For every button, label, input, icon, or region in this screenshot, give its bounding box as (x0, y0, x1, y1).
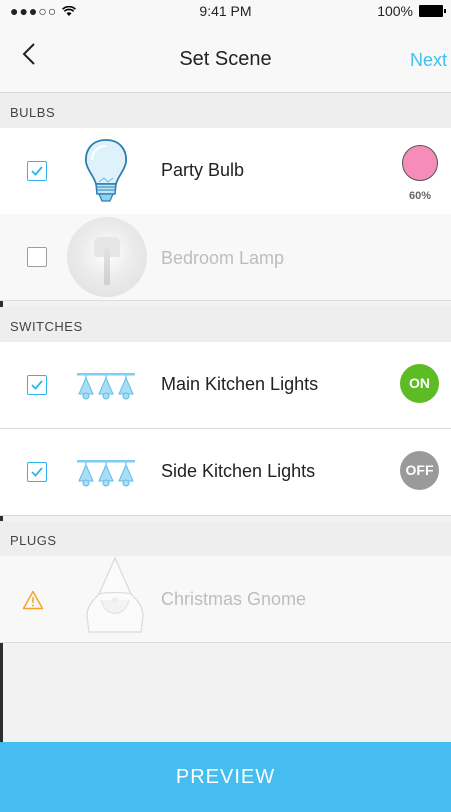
next-button[interactable]: Next (410, 50, 447, 71)
section-header-bulbs: BULBS (0, 93, 451, 129)
pendant-lights-icon (77, 373, 135, 400)
device-row-christmas-gnome[interactable]: Christmas Gnome (0, 556, 451, 643)
brightness-value: 60% (408, 190, 432, 202)
device-label: Bedroom Lamp (161, 248, 285, 268)
navigation-bar: Set Scene Next (0, 22, 451, 93)
pendant-lights-icon (77, 460, 135, 487)
checkmark-icon (31, 467, 43, 477)
power-toggle-off[interactable]: OFF (400, 451, 439, 490)
power-toggle-on[interactable]: ON (400, 364, 439, 403)
bedroom-lamp-checkbox[interactable] (27, 247, 47, 267)
party-bulb-checkbox[interactable] (27, 161, 47, 181)
main-kitchen-lights-checkbox[interactable] (27, 375, 47, 395)
device-label: Christmas Gnome (161, 589, 307, 609)
battery-icon (419, 5, 446, 17)
page-title: Set Scene (179, 48, 272, 70)
section-title: BULBS (10, 105, 56, 120)
bulb-icon (85, 139, 127, 202)
device-label: Party Bulb (161, 160, 245, 180)
section-header-switches: SWITCHES (0, 307, 451, 343)
checkmark-icon (31, 166, 43, 176)
section-title: PLUGS (10, 533, 57, 548)
checkmark-icon (31, 380, 43, 390)
warning-icon[interactable] (22, 590, 44, 610)
section-header-plugs: PLUGS (0, 521, 451, 557)
device-row-side-kitchen-lights[interactable]: Side Kitchen Lights OFF (0, 429, 451, 516)
lamp-icon (67, 217, 147, 297)
preview-button[interactable]: PREVIEW (0, 742, 451, 812)
device-row-main-kitchen-lights[interactable]: Main Kitchen Lights ON (0, 342, 451, 429)
device-label: Side Kitchen Lights (161, 461, 316, 481)
device-row-party-bulb[interactable]: Party Bulb 60% (0, 128, 451, 215)
device-row-bedroom-lamp[interactable]: Bedroom Lamp (0, 214, 451, 301)
status-bar: ●●●○○ 9:41 PM 100% (0, 0, 451, 22)
gnome-icon (86, 556, 144, 633)
side-kitchen-lights-checkbox[interactable] (27, 462, 47, 482)
battery-indicator: 100% (377, 3, 446, 19)
battery-percentage: 100% (377, 3, 413, 19)
section-title: SWITCHES (10, 319, 83, 334)
color-swatch-button[interactable] (402, 145, 438, 181)
device-label: Main Kitchen Lights (161, 374, 319, 394)
